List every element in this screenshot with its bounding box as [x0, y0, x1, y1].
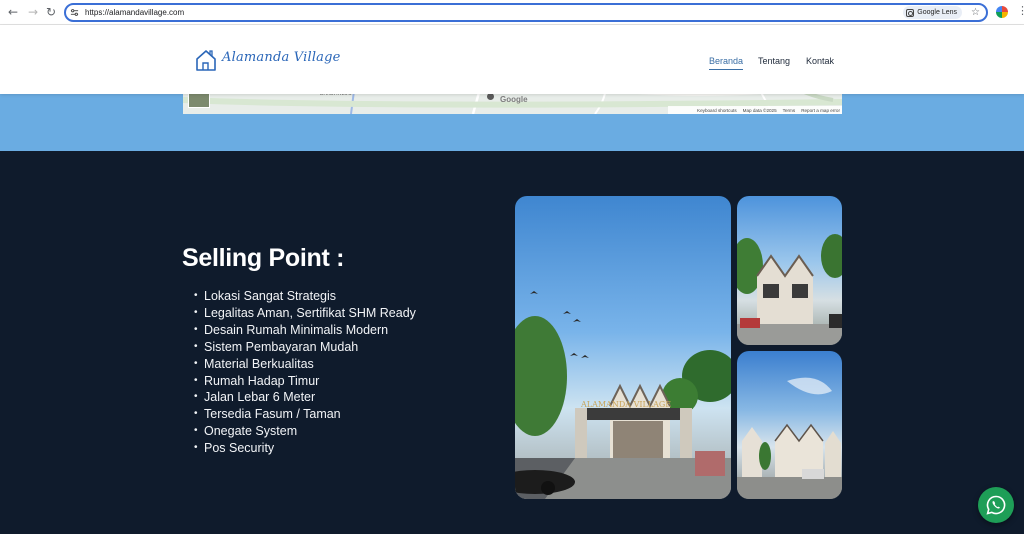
list-item: Pos Security	[194, 440, 416, 457]
list-item: Tersedia Fasum / Taman	[194, 406, 416, 423]
star-icon[interactable]: ☆	[971, 6, 980, 19]
site-header	[0, 25, 1024, 94]
google-lens-button[interactable]: Google Lens	[903, 6, 962, 19]
list-item: Sistem Pembayaran Mudah	[194, 339, 416, 356]
nav-tentang[interactable]: Tentang	[758, 55, 790, 67]
google-logo: Google	[500, 95, 528, 104]
map-pin-icon	[487, 93, 494, 100]
satellite-toggle[interactable]	[188, 92, 210, 108]
selling-point-section	[0, 151, 1024, 534]
house-logo-icon[interactable]	[195, 48, 217, 72]
back-icon[interactable]: ←	[6, 5, 20, 19]
list-item: Desain Rumah Minimalis Modern	[194, 322, 416, 339]
gate-render-image: ALAMANDA VILLAGE	[515, 196, 731, 499]
list-item: Rumah Hadap Timur	[194, 373, 416, 390]
forward-icon[interactable]: →	[26, 5, 40, 19]
gate-sign-text: ALAMANDA VILLAGE	[580, 400, 671, 409]
nav-beranda[interactable]: Beranda	[709, 55, 744, 70]
browser-toolbar: ← → ↻ https://alamandavillage.com Google…	[0, 0, 1024, 25]
map-data-label: Map data ©2025	[742, 107, 777, 113]
list-item: Material Berkualitas	[194, 356, 416, 373]
list-item: Onegate System	[194, 423, 416, 440]
site-logo-text[interactable]: Alamanda Village	[222, 50, 341, 65]
selling-point-title: Selling Point :	[182, 244, 345, 272]
map-footer: Keyboard shortcuts Map data ©2025 Terms …	[668, 106, 842, 114]
nav-kontak[interactable]: Kontak	[806, 55, 834, 67]
list-item: Legalitas Aman, Sertifikat SHM Ready	[194, 305, 416, 322]
list-item: Jalan Lebar 6 Meter	[194, 389, 416, 406]
extension-icon[interactable]	[996, 6, 1008, 18]
list-item: Lokasi Sangat Strategis	[194, 288, 416, 305]
address-bar[interactable]: https://alamandavillage.com Google Lens …	[64, 3, 988, 22]
more-menu-icon[interactable]: ⋮	[1017, 4, 1024, 18]
terms-link[interactable]: Terms	[783, 108, 796, 113]
house-render-image-2	[737, 351, 842, 499]
keyboard-shortcuts-link[interactable]: Keyboard shortcuts	[697, 108, 737, 113]
lens-icon	[906, 8, 915, 17]
lens-label: Google Lens	[917, 9, 957, 16]
whatsapp-icon	[986, 495, 1006, 515]
selling-point-list: Lokasi Sangat Strategis Legalitas Aman, …	[194, 288, 416, 457]
reload-icon[interactable]: ↻	[44, 5, 58, 19]
url-text[interactable]: https://alamandavillage.com	[85, 7, 184, 18]
whatsapp-button[interactable]	[978, 487, 1014, 523]
report-error-link[interactable]: Report a map error	[801, 108, 840, 113]
house-render-image-1	[737, 196, 842, 345]
site-settings-icon[interactable]	[70, 8, 79, 17]
